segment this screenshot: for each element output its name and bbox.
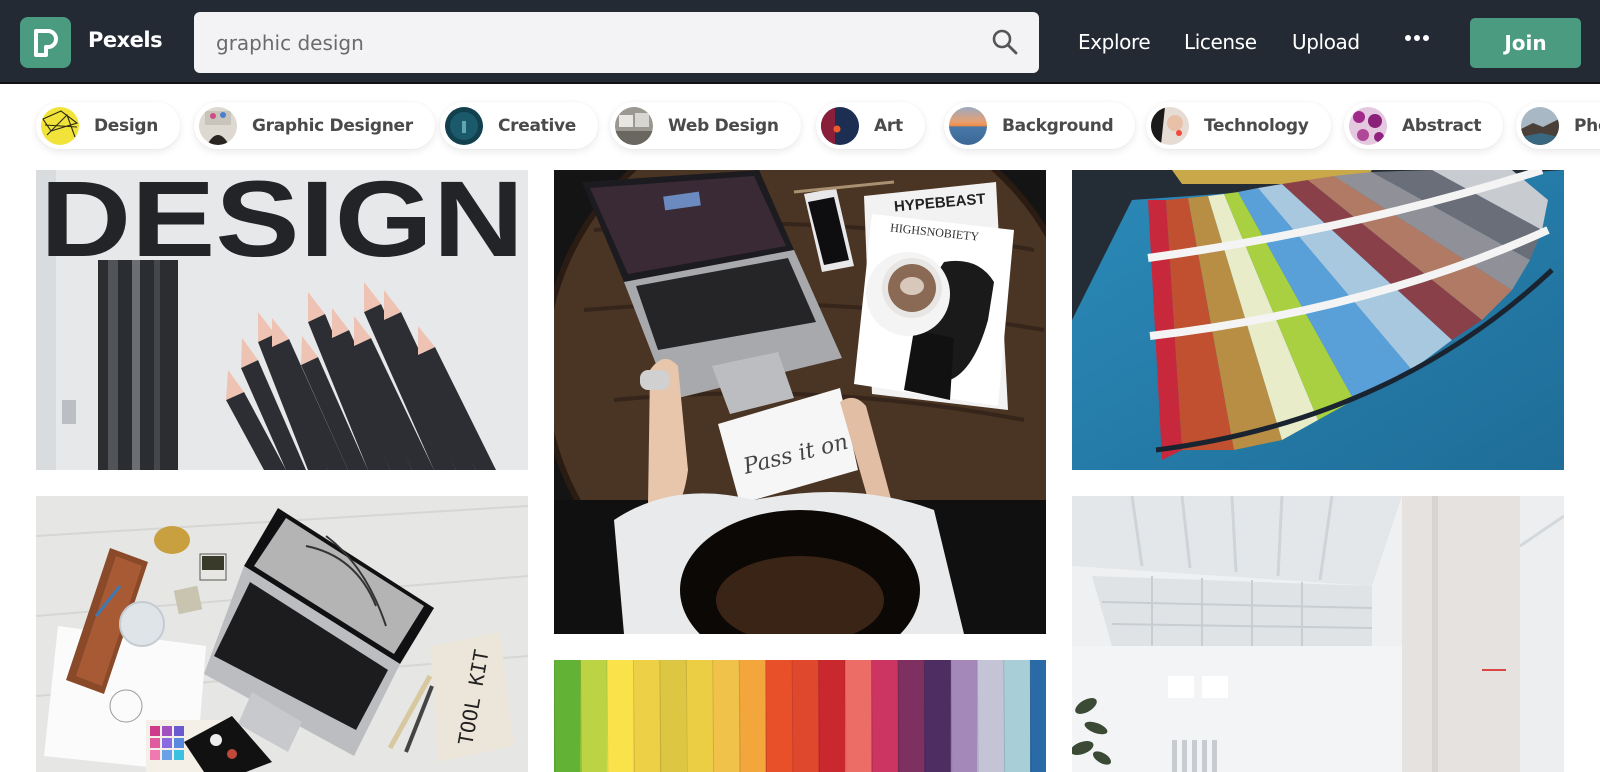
more-options-icon[interactable] [1404, 33, 1430, 43]
photo-designer-workspace[interactable]: HYPEBEAST HIGHSNOBIETY Pass it on [554, 170, 1046, 634]
paper-strip [686, 660, 714, 772]
paper-strip [659, 660, 687, 772]
search-bar [194, 12, 1039, 73]
paper-strip [1030, 660, 1046, 772]
chip-web-design[interactable]: Web Design [610, 102, 801, 149]
paper-strip [818, 660, 846, 772]
chip-thumbnail [821, 106, 859, 145]
paper-strip [924, 660, 952, 772]
chip-label: Graphic Designer [252, 115, 413, 136]
chip-technology[interactable]: Technology [1146, 102, 1331, 149]
paper-strip [554, 660, 582, 772]
paper-strip [633, 660, 661, 772]
nav-link-license[interactable]: License [1184, 30, 1257, 54]
chip-label: Background [1002, 115, 1114, 136]
chip-thumbnail [949, 106, 987, 145]
chip-label: Art [874, 115, 903, 136]
paper-strip [845, 660, 873, 772]
chip-design[interactable]: Design [36, 102, 181, 149]
paper-strip [580, 660, 608, 772]
search-input[interactable] [216, 12, 956, 73]
paper-strip [765, 660, 793, 772]
chip-photo[interactable]: Pho [1516, 102, 1600, 149]
chip-thumbnail [1151, 106, 1189, 145]
chip-label: Web Design [668, 115, 779, 136]
paper-strip [712, 660, 740, 772]
category-chips: Design Graphic Designer Creative Web Des… [0, 86, 1600, 166]
search-icon[interactable] [991, 28, 1019, 56]
chip-label: Technology [1204, 115, 1309, 136]
chip-label: Design [94, 115, 159, 136]
paper-strip [950, 660, 978, 772]
photo-headline-text: DESIGN [40, 170, 524, 279]
chip-label: Creative [498, 115, 577, 136]
paper-strip [739, 660, 767, 772]
photo-white-loft-interior[interactable] [1072, 496, 1564, 772]
paper-strip [977, 660, 1005, 772]
brand-name[interactable]: Pexels [88, 28, 163, 52]
chip-art[interactable]: Art [816, 102, 925, 149]
photo-rainbow-paper-strips[interactable] [554, 660, 1046, 772]
chip-thumbnail [615, 106, 653, 145]
pexels-logo[interactable] [20, 17, 71, 68]
join-button[interactable]: Join [1470, 18, 1581, 68]
chip-abstract[interactable]: Abstract [1344, 102, 1504, 149]
nav-link-upload[interactable]: Upload [1292, 30, 1360, 54]
paper-strip [871, 660, 899, 772]
nav-link-explore[interactable]: Explore [1078, 30, 1151, 54]
chip-label: Abstract [1402, 115, 1482, 136]
photo-color-swatch-fan[interactable] [1072, 170, 1564, 470]
chip-background[interactable]: Background [944, 102, 1136, 149]
pexels-logo-icon [33, 28, 58, 57]
chip-graphic-designer[interactable]: Graphic Designer [194, 102, 435, 149]
rainbow-strips [554, 660, 1046, 772]
chip-thumbnail [1521, 106, 1559, 145]
photo-laptop-toolkit[interactable]: TOOL KIT [36, 496, 528, 772]
paper-strip [897, 660, 925, 772]
paper-strip [1003, 660, 1031, 772]
chip-thumbnail [1349, 106, 1387, 145]
paper-strip [606, 660, 634, 772]
chip-thumbnail [445, 106, 483, 145]
chip-creative[interactable]: Creative [440, 102, 599, 149]
chip-thumbnail [199, 106, 237, 145]
chip-thumbnail [41, 106, 79, 145]
paper-strip [792, 660, 820, 772]
photo-design-pencils[interactable]: DESIGN [36, 170, 528, 470]
top-navbar: Pexels Explore License Upload Join [0, 0, 1600, 84]
chip-label: Pho [1574, 115, 1600, 136]
